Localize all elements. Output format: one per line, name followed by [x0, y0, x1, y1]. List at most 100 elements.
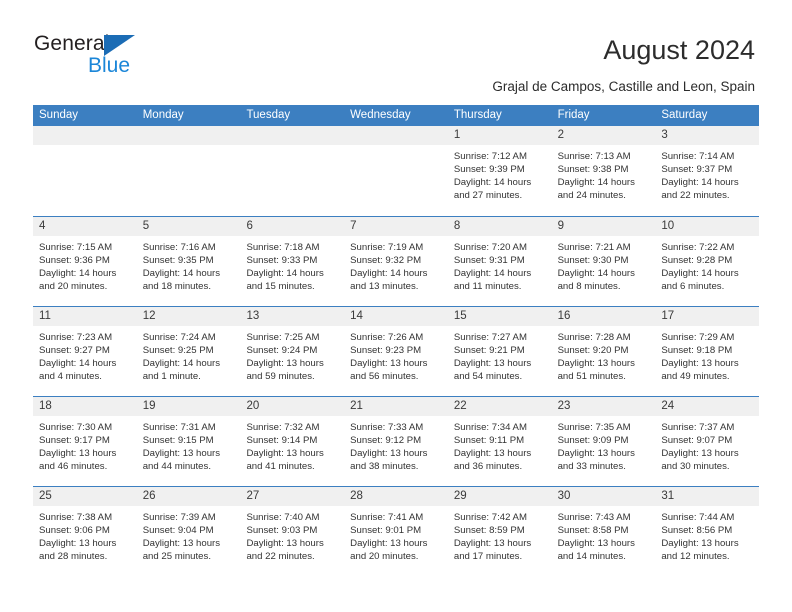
daylight-text: Daylight: 13 hours and 12 minutes. — [661, 538, 739, 563]
weekday-header-saturday: Saturday — [661, 109, 708, 121]
sunset-text: Sunset: 9:31 PM — [453, 255, 525, 267]
sunset-text: Sunset: 9:09 PM — [557, 435, 629, 447]
day-number: 7 — [350, 220, 357, 232]
sunrise-text: Sunrise: 7:28 AM — [557, 332, 631, 343]
day-cell[interactable]: 5 Sunrise: 7:16 AM Sunset: 9:35 PM Daylight… — [136, 217, 241, 306]
day-cell[interactable]: 12 Sunrise: 7:24 AM Sunset: 9:25 PM Dayligh… — [136, 307, 241, 396]
day-cell[interactable]: 1 Sunrise: 7:12 AM Sunset: 9:39 PM Daylight… — [447, 126, 552, 216]
daylight-text: Daylight: 13 hours and 41 minutes. — [246, 448, 324, 473]
day-number-band: 21 — [344, 397, 448, 416]
sunrise-text: Sunrise: 7:40 AM — [246, 512, 320, 523]
daylight-text: Daylight: 14 hours and 18 minutes. — [142, 268, 221, 293]
weekday-header-tuesday: Tuesday — [246, 109, 291, 121]
sunrise-text: Sunrise: 7:16 AM — [142, 242, 216, 253]
daylight-text: Daylight: 14 hours and 13 minutes. — [350, 268, 428, 293]
day-cell[interactable]: 27 Sunrise: 7:40 AM Sunset: 9:03 PM Dayligh… — [240, 487, 345, 576]
sunset-text: Sunset: 9:39 PM — [453, 164, 525, 176]
sunset-text: Sunset: 9:36 PM — [39, 255, 110, 267]
daylight-text: Daylight: 13 hours and 14 minutes. — [557, 538, 635, 563]
day-number: 6 — [246, 220, 253, 232]
day-cell[interactable]: 31 Sunrise: 7:44 AM Sunset: 8:56 PM Dayligh… — [655, 487, 760, 576]
daylight-text: Daylight: 13 hours and 51 minutes. — [557, 358, 635, 383]
day-cell[interactable]: 23 Sunrise: 7:35 AM Sunset: 9:09 PM Dayligh… — [551, 397, 656, 486]
day-number: 31 — [661, 490, 675, 502]
day-cell[interactable]: 20 Sunrise: 7:32 AM Sunset: 9:14 PM Dayligh… — [240, 397, 345, 486]
day-cell[interactable]: 14 Sunrise: 7:26 AM Sunset: 9:23 PM Dayligh… — [344, 307, 448, 396]
day-number-band: 7 — [344, 217, 448, 236]
day-cell[interactable]: 17 Sunrise: 7:29 AM Sunset: 9:18 PM Dayligh… — [655, 307, 760, 396]
daylight-text: Daylight: 14 hours and 22 minutes. — [661, 177, 739, 202]
day-number-band: 12 — [136, 307, 241, 326]
daylight-text: Daylight: 13 hours and 49 minutes. — [661, 358, 739, 383]
day-number: 14 — [350, 310, 363, 322]
day-sun-info: Sunrise: 7:14 AM Sunset: 9:37 PM Daylight:… — [655, 145, 759, 202]
sunset-text: Sunset: 9:32 PM — [350, 255, 422, 267]
day-number: 28 — [350, 490, 363, 502]
day-sun-info: Sunrise: 7:29 AM Sunset: 9:18 PM Daylight:… — [655, 326, 759, 383]
sunset-text: Sunset: 9:24 PM — [246, 345, 318, 357]
day-number-band: 14 — [344, 307, 448, 326]
day-cell[interactable]: 13 Sunrise: 7:25 AM Sunset: 9:24 PM Dayligh… — [240, 307, 345, 396]
day-number: 26 — [142, 490, 156, 502]
day-number-band: 15 — [447, 307, 552, 326]
day-number-band: 6 — [240, 217, 345, 236]
day-cell[interactable]: 6 Sunrise: 7:18 AM Sunset: 9:33 PM Daylight… — [240, 217, 345, 306]
sunset-text: Sunset: 9:17 PM — [39, 435, 110, 447]
day-cell[interactable]: 4 Sunrise: 7:15 AM Sunset: 9:36 PM Daylight… — [33, 217, 137, 306]
day-cell[interactable]: 9 Sunrise: 7:21 AM Sunset: 9:30 PM Daylight… — [551, 217, 656, 306]
sunset-text: Sunset: 9:33 PM — [246, 255, 318, 267]
day-cell[interactable]: 3 Sunrise: 7:14 AM Sunset: 9:37 PM Daylight… — [655, 126, 760, 216]
day-number: 20 — [246, 400, 260, 412]
sunrise-text: Sunrise: 7:29 AM — [661, 332, 735, 343]
day-cell[interactable]: 29 Sunrise: 7:42 AM Sunset: 8:59 PM Dayligh… — [447, 487, 552, 576]
day-cell[interactable]: 8 Sunrise: 7:20 AM Sunset: 9:31 PM Daylight… — [447, 217, 552, 306]
sunrise-text: Sunrise: 7:35 AM — [557, 422, 631, 433]
page-title: August 2024 — [603, 35, 755, 65]
sunset-text: Sunset: 9:03 PM — [246, 525, 318, 537]
day-cell[interactable]: 22 Sunrise: 7:34 AM Sunset: 9:11 PM Dayligh… — [447, 397, 552, 486]
sunset-text: Sunset: 9:14 PM — [246, 435, 318, 447]
day-sun-info: Sunrise: 7:24 AM Sunset: 9:25 PM Daylight:… — [137, 326, 241, 383]
daylight-text: Daylight: 14 hours and 27 minutes. — [453, 177, 532, 202]
day-number-band: 20 — [240, 397, 345, 416]
day-number: 29 — [453, 490, 467, 502]
sunrise-text: Sunrise: 7:18 AM — [246, 242, 320, 253]
sunrise-text: Sunrise: 7:21 AM — [557, 242, 631, 253]
sunrise-text: Sunrise: 7:12 AM — [453, 151, 527, 162]
day-cell[interactable]: 19 Sunrise: 7:31 AM Sunset: 9:15 PM Dayligh… — [136, 397, 241, 486]
daylight-text: Daylight: 13 hours and 17 minutes. — [453, 538, 532, 563]
weekday-header-friday: Friday — [557, 109, 590, 121]
day-cell[interactable]: 21 Sunrise: 7:33 AM Sunset: 9:12 PM Dayligh… — [344, 397, 448, 486]
day-number-band: 18 — [33, 397, 137, 416]
day-sun-info: Sunrise: 7:35 AM Sunset: 9:09 PM Daylight:… — [552, 416, 656, 473]
daylight-text: Daylight: 13 hours and 46 minutes. — [39, 448, 117, 473]
day-sun-info: Sunrise: 7:19 AM Sunset: 9:32 PM Daylight:… — [344, 236, 448, 293]
day-number-band: 30 — [551, 487, 656, 506]
day-cell[interactable]: 28 Sunrise: 7:41 AM Sunset: 9:01 PM Dayligh… — [344, 487, 448, 576]
day-cell[interactable]: 7 Sunrise: 7:19 AM Sunset: 9:32 PM Daylight… — [344, 217, 448, 306]
general-blue-logo[interactable]: General Blue — [34, 32, 224, 84]
day-cell[interactable]: 16 Sunrise: 7:28 AM Sunset: 9:20 PM Dayligh… — [551, 307, 656, 396]
sunrise-text: Sunrise: 7:20 AM — [453, 242, 527, 253]
daylight-text: Daylight: 14 hours and 6 minutes. — [661, 268, 739, 293]
sunset-text: Sunset: 9:01 PM — [350, 525, 422, 537]
sunset-text: Sunset: 8:56 PM — [661, 525, 733, 537]
day-number-band: 29 — [447, 487, 552, 506]
day-number: 22 — [453, 400, 467, 412]
day-cell[interactable]: 25 Sunrise: 7:38 AM Sunset: 9:06 PM Dayligh… — [33, 487, 137, 576]
sunset-text: Sunset: 9:11 PM — [453, 435, 525, 447]
day-cell[interactable]: 2 Sunrise: 7:13 AM Sunset: 9:38 PM Daylight… — [551, 126, 656, 216]
sunset-text: Sunset: 9:07 PM — [661, 435, 733, 447]
day-cell[interactable]: 15 Sunrise: 7:27 AM Sunset: 9:21 PM Dayligh… — [447, 307, 552, 396]
day-number-band: 22 — [447, 397, 552, 416]
day-sun-info: Sunrise: 7:28 AM Sunset: 9:20 PM Daylight:… — [552, 326, 656, 383]
day-cell[interactable]: 30 Sunrise: 7:43 AM Sunset: 8:58 PM Dayligh… — [551, 487, 656, 576]
day-cell[interactable]: 11 Sunrise: 7:23 AM Sunset: 9:27 PM Dayligh… — [33, 307, 137, 396]
sunset-text: Sunset: 8:58 PM — [557, 525, 629, 537]
day-cell[interactable]: 26 Sunrise: 7:39 AM Sunset: 9:04 PM Dayligh… — [136, 487, 241, 576]
day-cell[interactable]: 18 Sunrise: 7:30 AM Sunset: 9:17 PM Dayligh… — [33, 397, 137, 486]
day-number-band: 27 — [240, 487, 345, 506]
day-cell[interactable]: 10 Sunrise: 7:22 AM Sunset: 9:28 PM Dayligh… — [655, 217, 760, 306]
day-cell[interactable]: 24 Sunrise: 7:37 AM Sunset: 9:07 PM Dayligh… — [655, 397, 760, 486]
day-sun-info: Sunrise: 7:20 AM Sunset: 9:31 PM Daylight:… — [448, 236, 552, 293]
